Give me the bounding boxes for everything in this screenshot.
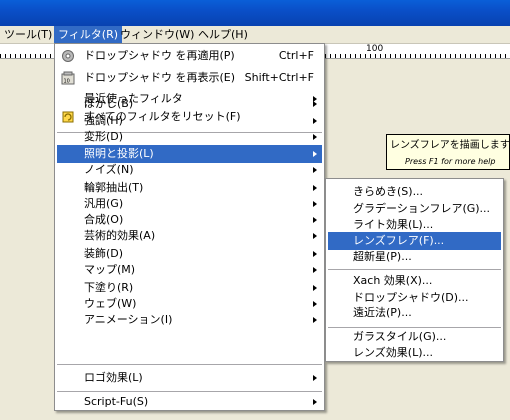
- reapply-filter-label: ドロップシャドウ を再適用(P): [84, 49, 235, 62]
- reshow-filter-label: ドロップシャドウ を再表示(E): [84, 71, 236, 84]
- menu-separator: [328, 327, 501, 328]
- menu-window[interactable]: ウィンドウ(W): [116, 26, 198, 43]
- ruler-label: 100: [366, 44, 384, 54]
- logo-effects-label: ロゴ効果(L): [84, 371, 143, 384]
- menubar: ツール(T) フィルタ(R) ウィンドウ(W) ヘルプ(H): [0, 26, 510, 44]
- light-shadow-item-label: きらめき(S)...: [353, 185, 424, 198]
- filter-category-label: 芸術的効果(A): [84, 229, 156, 242]
- menu-tools[interactable]: ツール(T): [0, 26, 56, 43]
- filter-category-label: アニメーション(I): [84, 313, 173, 326]
- submenu-arrow-icon: [313, 134, 317, 140]
- light-shadow-item-label: 遠近法(P)...: [353, 306, 412, 319]
- submenu-arrow-icon: [313, 317, 317, 323]
- menu-separator: [57, 391, 322, 392]
- light-shadow-item-label: 超新星(P)...: [353, 250, 412, 263]
- light-shadow-item-label: レンズ効果(L)...: [353, 346, 433, 359]
- submenu-arrow-icon: [313, 201, 317, 207]
- reshow-filter-icon: 10: [61, 71, 75, 85]
- light-shadow-item[interactable]: きらめき(S)...: [328, 183, 501, 201]
- submenu-arrow-icon: [313, 251, 317, 257]
- light-shadow-submenu: きらめき(S)... グラデーションフレア(G)... ライト効果(L)... レンズ…: [325, 178, 504, 362]
- submenu-arrow-icon: [313, 185, 317, 191]
- filters-menu: ドロップシャドウ を再適用(P) Ctrl+F 10 ドロップシャドウ を再表示…: [54, 43, 325, 411]
- window-title-bar: [0, 0, 510, 26]
- reshow-filter-item[interactable]: 10 ドロップシャドウ を再表示(E) Shift+Ctrl+F: [57, 69, 322, 87]
- filter-category-item[interactable]: マップ(M): [57, 261, 322, 279]
- submenu-arrow-icon: [313, 217, 317, 223]
- menu-help[interactable]: ヘルプ(H): [194, 26, 252, 43]
- submenu-arrow-icon: [313, 233, 317, 239]
- filter-category-item[interactable]: ノイズ(N): [57, 161, 322, 179]
- tooltip: レンズフレアを描画します Press F1 for more help: [386, 134, 510, 170]
- reapply-filter-icon: [61, 49, 75, 63]
- filter-category-item[interactable]: 芸術的効果(A): [57, 227, 322, 245]
- submenu-arrow-icon: [313, 118, 317, 124]
- reapply-filter-shortcut: Ctrl+F: [278, 49, 314, 62]
- submenu-arrow-icon: [313, 301, 317, 307]
- reapply-filter-item[interactable]: ドロップシャドウ を再適用(P) Ctrl+F: [57, 47, 322, 65]
- light-shadow-item[interactable]: 遠近法(P)...: [328, 304, 501, 322]
- filter-category-item[interactable]: アニメーション(I): [57, 311, 322, 329]
- submenu-arrow-icon: [313, 167, 317, 173]
- menu-separator: [57, 364, 322, 365]
- submenu-arrow-icon: [313, 375, 317, 381]
- script-fu-label: Script-Fu(S): [84, 395, 149, 408]
- submenu-arrow-icon: [313, 101, 317, 107]
- tooltip-hint: Press F1 for more help: [405, 157, 496, 166]
- script-fu-item[interactable]: Script-Fu(S): [57, 393, 322, 411]
- menu-filters[interactable]: フィルタ(R): [54, 26, 123, 43]
- light-shadow-item[interactable]: 超新星(P)...: [328, 248, 501, 266]
- light-shadow-item[interactable]: レンズ効果(L)...: [328, 344, 501, 362]
- filter-category-label: ぼかし(B): [84, 97, 134, 110]
- filter-category-label: 変形(D): [84, 130, 124, 143]
- filter-category-label: マップ(M): [84, 263, 136, 276]
- submenu-arrow-icon: [313, 151, 317, 157]
- logo-effects-item[interactable]: ロゴ効果(L): [57, 369, 322, 387]
- submenu-arrow-icon: [313, 285, 317, 291]
- light-shadow-item-label: Xach 効果(X)...: [353, 274, 433, 287]
- tooltip-text: レンズフレアを描画します: [390, 140, 510, 151]
- filter-category-item[interactable]: 変形(D): [57, 128, 322, 146]
- menu-separator: [328, 269, 501, 270]
- light-shadow-item[interactable]: Xach 効果(X)...: [328, 272, 501, 290]
- reshow-filter-shortcut: Shift+Ctrl+F: [244, 71, 314, 84]
- svg-text:10: 10: [64, 79, 70, 85]
- submenu-arrow-icon: [313, 399, 317, 405]
- filter-category-label: ノイズ(N): [84, 163, 134, 176]
- filter-category-item[interactable]: ぼかし(B): [57, 95, 322, 113]
- submenu-arrow-icon: [313, 267, 317, 273]
